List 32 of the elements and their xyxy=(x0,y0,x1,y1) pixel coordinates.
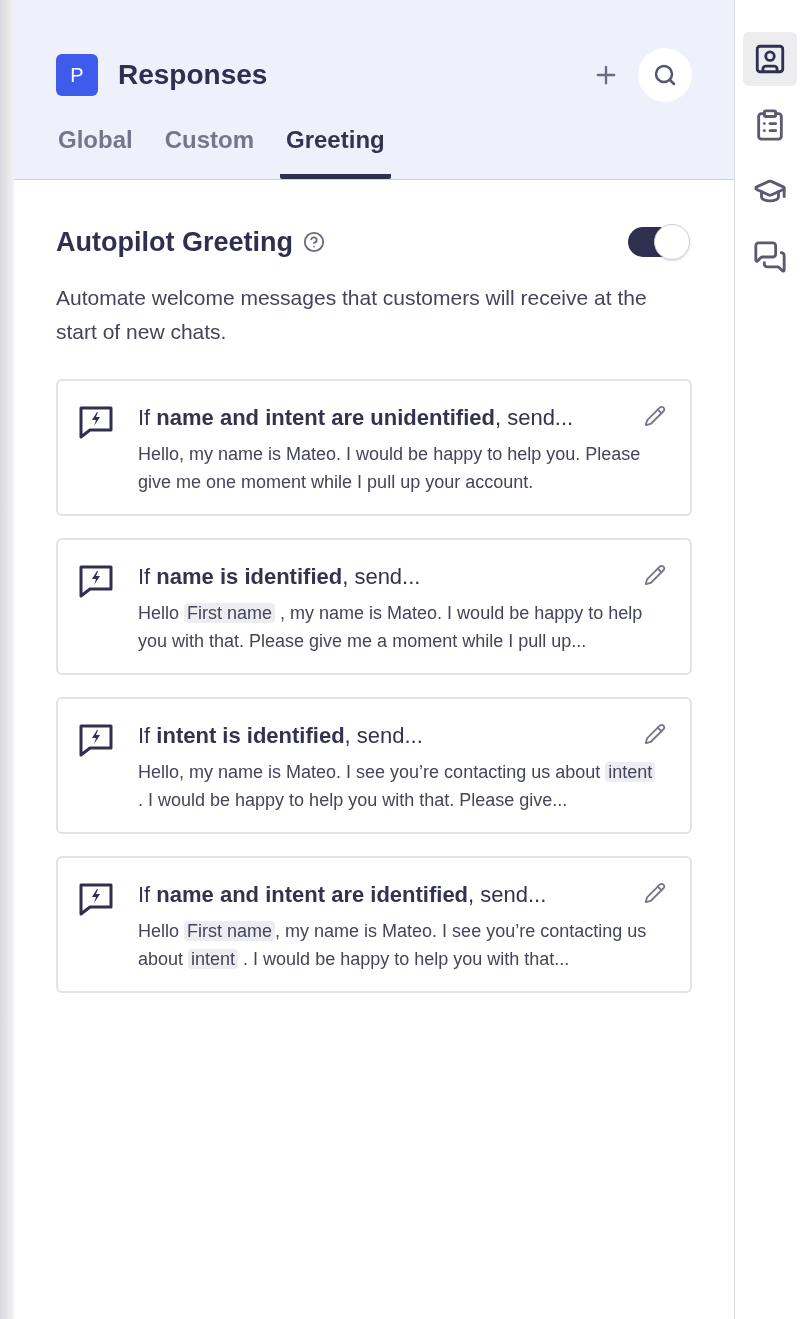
message-bolt-icon xyxy=(78,563,114,598)
message-preview: Hello, my name is Mateo. I see you’re contacting us about intent . I would be happy to help you with that. Please give... xyxy=(138,757,658,814)
message-preview: Hello First name , my name is Mateo. I would be happy to help you with that. Please give me a moment while I pull up... xyxy=(138,601,644,653)
condition-title: If intent is identified, send... xyxy=(138,721,424,750)
message-preview: Hello, my name is Mateo. I would be happy to help you. Please give me one moment while I pull up your account. xyxy=(138,442,642,494)
message-preview: Hello First name , my name is Mateo. I see you’re contacting us about intent . I would be happy to help you with that... xyxy=(138,919,648,971)
greeting-card[interactable]: If name and intent are identified, send... Hello First name , my name is Mateo. I see you’re contacting us about intent . I would be happy to help you with that... xyxy=(56,855,692,993)
greeting-card[interactable]: If name is identified, send... Hello First name , my name is Mateo. I would be happy to help you with that. Please give me a moment while I pull up... xyxy=(56,537,692,675)
greeting-card[interactable]: If intent is identified, send... Hello, my name is Mateo. I see you’re contacting us about intent . I would be happy to help you with that. Please give... xyxy=(56,696,692,834)
edit-icon[interactable] xyxy=(644,563,666,586)
edit-icon[interactable] xyxy=(644,881,666,904)
condition-title: If name and intent are identified, send... xyxy=(138,880,548,909)
section-description: Automate welcome messages that customers will receive at the start of new chats. xyxy=(56,284,648,345)
message-bolt-icon xyxy=(78,404,114,439)
toggle-switch[interactable] xyxy=(628,227,688,258)
tab[interactable]: Greeting xyxy=(280,120,391,179)
chat-bubbles-icon xyxy=(752,240,787,274)
search-icon xyxy=(653,63,677,87)
tab[interactable]: Global xyxy=(52,120,139,179)
edit-icon[interactable] xyxy=(644,404,666,427)
condition-title: If name is identified, send... xyxy=(138,562,422,591)
message-bolt-icon xyxy=(78,881,114,916)
greeting-card[interactable]: If name and intent are unidentified, send... Hello, my name is Mateo. I would be happy to help you. Please give me one moment while I pull up your account. xyxy=(56,378,692,516)
help-icon xyxy=(303,231,325,254)
page-title: Responses xyxy=(118,58,268,92)
app-logo: P xyxy=(56,54,98,96)
edit-icon[interactable] xyxy=(644,722,666,745)
sidebar-button[interactable] xyxy=(742,32,797,86)
section-title: Autopilot Greeting xyxy=(56,226,293,259)
tab[interactable]: Custom xyxy=(158,120,260,179)
message-bolt-icon xyxy=(78,722,114,757)
condition-title: If name and intent are unidentified, send... xyxy=(138,403,575,432)
